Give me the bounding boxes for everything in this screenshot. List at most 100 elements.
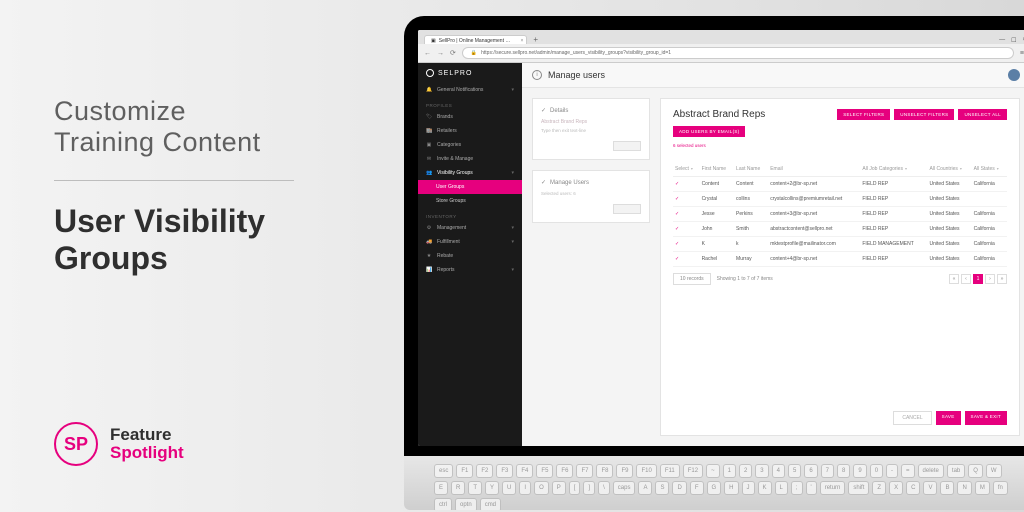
sidebar-sub-store-groups[interactable]: Store Groups: [418, 194, 522, 208]
cell-first: John: [700, 222, 734, 237]
cell-state: California: [972, 252, 1007, 267]
sidebar-label: General Notifications: [437, 87, 483, 93]
chevron-down-icon: ▾: [511, 267, 514, 273]
pager-next-icon[interactable]: ›: [985, 274, 995, 284]
sidebar-sub-user-groups[interactable]: User Groups: [418, 180, 522, 194]
save-button[interactable]: SAVE: [936, 411, 961, 425]
sidebar-item-fulfillment[interactable]: 🚚Fulfillment▾: [418, 235, 522, 249]
keyboard-key: -: [886, 464, 898, 478]
cell-country: United States: [928, 222, 972, 237]
keyboard-key: 8: [837, 464, 850, 478]
row-checkbox[interactable]: ✓: [673, 237, 700, 252]
sidebar-item-categories[interactable]: ▣Categories: [418, 138, 522, 152]
cell-first: Crystal: [700, 192, 734, 207]
details-name: Abstract Brand Reps: [541, 119, 641, 125]
keyboard-key: B: [940, 481, 954, 495]
column-header[interactable]: All Countries▾: [928, 162, 972, 177]
keyboard-key: shift: [848, 481, 869, 495]
window-min-icon[interactable]: —: [999, 37, 1005, 44]
info-icon[interactable]: i: [532, 70, 542, 80]
chart-icon: 📊: [426, 267, 432, 273]
brand-logo[interactable]: SELPRO: [418, 63, 522, 83]
sidebar-label: Reports: [437, 267, 455, 273]
browser-tab[interactable]: ▣ SellPro | Online Management … ×: [424, 35, 527, 44]
pager-current[interactable]: 1: [973, 274, 983, 284]
close-tab-icon[interactable]: ×: [520, 38, 523, 44]
sidebar-item-retailers[interactable]: 🏬Retailers: [418, 124, 522, 138]
column-header[interactable]: Last Name: [734, 162, 768, 177]
store-icon: 🏬: [426, 128, 432, 134]
select-filters-button[interactable]: SELECT FILTERS: [837, 109, 890, 120]
cell-job: FIELD REP: [860, 207, 927, 222]
cell-last: Smith: [734, 222, 768, 237]
keyboard-key: K: [758, 481, 772, 495]
column-header[interactable]: Select▾: [673, 162, 700, 177]
selected-users-label: Selected users:: [541, 191, 572, 196]
panel-title: Abstract Brand Reps: [673, 109, 765, 120]
column-header[interactable]: First Name: [700, 162, 734, 177]
nav-fwd-icon[interactable]: →: [437, 50, 444, 57]
manage-edit-button[interactable]: [613, 204, 641, 214]
address-bar[interactable]: 🔒 https://secure.sellpro.net/admin/manag…: [462, 47, 1014, 59]
keyboard-key: ': [806, 481, 817, 495]
details-edit-button[interactable]: [613, 141, 641, 151]
add-users-by-email-button[interactable]: ADD USERS BY EMAIL(S): [673, 126, 745, 137]
cell-state: [972, 192, 1007, 207]
avatar[interactable]: [1008, 69, 1020, 81]
sidebar-item-management[interactable]: ⚙Management▾: [418, 221, 522, 235]
row-checkbox[interactable]: ✓: [673, 192, 700, 207]
nav-back-icon[interactable]: ←: [424, 50, 431, 57]
page-size-select[interactable]: 10 records: [673, 273, 711, 285]
sidebar-item-reports[interactable]: 📊 Reports ▾: [418, 263, 522, 277]
new-tab-button[interactable]: +: [529, 35, 542, 44]
gear-icon: ⚙: [426, 225, 432, 231]
row-checkbox[interactable]: ✓: [673, 207, 700, 222]
keyboard-key: ;: [791, 481, 803, 495]
sidebar-item-visibility-groups[interactable]: 👥Visibility Groups▾: [418, 166, 522, 180]
keyboard-key: 7: [821, 464, 834, 478]
keyboard-key: =: [901, 464, 915, 478]
column-header[interactable]: All Job Categories▾: [860, 162, 927, 177]
sidebar-item-brands[interactable]: 🏷Brands: [418, 110, 522, 124]
keyboard-key: F7: [576, 464, 593, 478]
keyboard-key: delete: [918, 464, 944, 478]
card-title: Details: [550, 108, 568, 114]
keyboard-key: T: [468, 481, 482, 495]
column-header[interactable]: Email: [768, 162, 860, 177]
promo-big1: User Visibility: [54, 203, 354, 240]
cell-state: California: [972, 222, 1007, 237]
cell-email: abstractcontent@sellpro.net: [768, 222, 860, 237]
unselect-filters-button[interactable]: UNSELECT FILTERS: [894, 109, 954, 120]
sidebar-item-rebate[interactable]: ★Rebate: [418, 249, 522, 263]
keyboard-key: 0: [870, 464, 883, 478]
promo-big2: Groups: [54, 240, 354, 277]
row-checkbox[interactable]: ✓: [673, 222, 700, 237]
cell-job: FIELD REP: [860, 192, 927, 207]
promo-line2: Training Content: [54, 127, 354, 158]
topbar: i Manage users: [522, 63, 1024, 88]
window-max-icon[interactable]: ☐: [1011, 37, 1016, 44]
keyboard-key: H: [724, 481, 738, 495]
pager-prev-icon[interactable]: ‹: [961, 274, 971, 284]
promo-block: Customize Training Content User Visibili…: [54, 96, 354, 277]
group-icon: 👥: [426, 170, 432, 176]
nav-reload-icon[interactable]: ⟳: [450, 49, 456, 57]
save-exit-button[interactable]: SAVE & EXIT: [965, 411, 1007, 425]
column-header[interactable]: All States▾: [972, 162, 1007, 177]
details-card: ✓Details Abstract Brand Reps Type then e…: [532, 98, 650, 160]
sidebar-item-invite[interactable]: ✉Invite & Manage: [418, 152, 522, 166]
pager-last-icon[interactable]: »: [997, 274, 1007, 284]
cell-job: FIELD REP: [860, 177, 927, 192]
cancel-button[interactable]: CANCEL: [893, 411, 931, 425]
unselect-all-button[interactable]: UNSELECT ALL: [958, 109, 1007, 120]
keyboard-key: F8: [596, 464, 613, 478]
pager-first-icon[interactable]: «: [949, 274, 959, 284]
keyboard-key: I: [519, 481, 531, 495]
keyboard-key: ]: [583, 481, 595, 495]
browser-menu-icon[interactable]: ≡: [1020, 50, 1024, 57]
keyboard-key: cmd: [480, 498, 501, 510]
browser-chrome: ▣ SellPro | Online Management … × + — ☐ …: [418, 30, 1024, 63]
sidebar-item-notifications[interactable]: 🔔 General Notifications ▾: [418, 83, 522, 97]
row-checkbox[interactable]: ✓: [673, 177, 700, 192]
row-checkbox[interactable]: ✓: [673, 252, 700, 267]
